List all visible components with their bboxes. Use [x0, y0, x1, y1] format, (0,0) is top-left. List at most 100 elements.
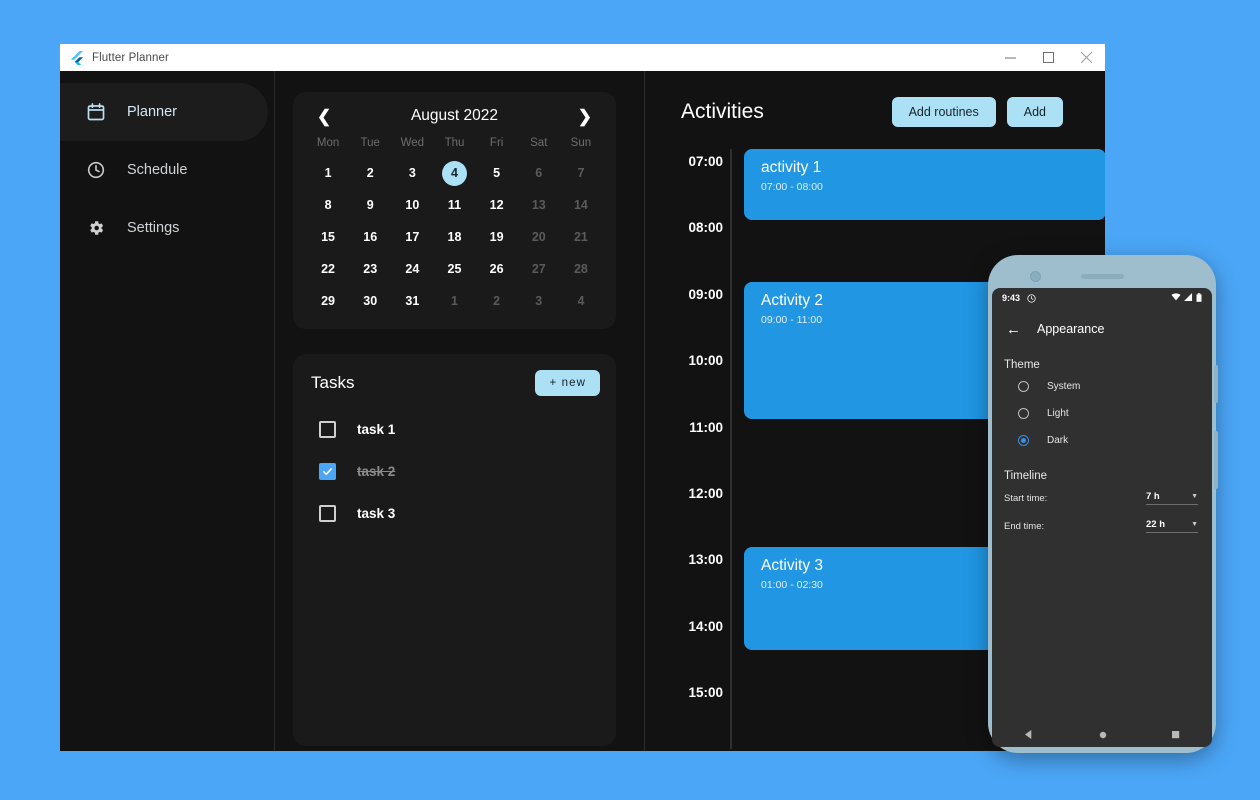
- phone-volume-button[interactable]: [1214, 365, 1218, 403]
- timeline-time-label: 09:00: [688, 287, 723, 302]
- gear-icon: [86, 218, 106, 238]
- calendar-day[interactable]: 22: [307, 256, 349, 283]
- calendar-day[interactable]: 27: [518, 256, 560, 283]
- calendar-day[interactable]: 1: [307, 160, 349, 187]
- calendar-day[interactable]: 6: [518, 160, 560, 187]
- sidebar-item-settings[interactable]: Settings: [60, 199, 274, 257]
- sidebar-item-schedule[interactable]: Schedule: [60, 141, 274, 199]
- arrow-back-icon[interactable]: ←: [1006, 322, 1021, 337]
- add-button[interactable]: Add: [1006, 97, 1063, 127]
- start-time-value: 7 h: [1146, 491, 1160, 502]
- radio-icon-selected[interactable]: [1018, 435, 1029, 446]
- task-row[interactable]: task 3: [311, 505, 600, 522]
- calendar-day[interactable]: 31: [391, 288, 433, 315]
- task-checkbox-checked[interactable]: [319, 463, 336, 480]
- maximize-icon[interactable]: [1029, 44, 1067, 71]
- task-label: task 2: [357, 464, 396, 479]
- phone-power-button[interactable]: [1214, 431, 1218, 489]
- weekday-label: Wed: [400, 137, 425, 149]
- calendar-day[interactable]: 20: [518, 224, 560, 251]
- back-triangle-icon[interactable]: [1024, 726, 1034, 744]
- alarm-icon: [1027, 293, 1036, 303]
- phone-appbar: ← Appearance: [992, 308, 1212, 350]
- timeline-time-label: 10:00: [688, 353, 723, 368]
- status-indicators: [1171, 292, 1202, 304]
- calendar-day[interactable]: 1: [433, 288, 475, 315]
- calendar-day[interactable]: 24: [391, 256, 433, 283]
- close-icon[interactable]: [1067, 44, 1105, 71]
- timeline-time-label: 12:00: [688, 486, 723, 501]
- start-time-dropdown[interactable]: 7 h ▼: [1146, 491, 1198, 505]
- theme-option-system[interactable]: System: [992, 373, 1212, 400]
- sidebar-item-label: Settings: [127, 220, 180, 236]
- task-checkbox[interactable]: [319, 505, 336, 522]
- phone-screen: 9:43 ← Appearance Theme System Light Dar…: [992, 288, 1212, 723]
- calendar-day[interactable]: 29: [307, 288, 349, 315]
- task-checkbox[interactable]: [319, 421, 336, 438]
- calendar-day[interactable]: 26: [476, 256, 518, 283]
- calendar-day[interactable]: 11: [433, 192, 475, 219]
- calendar-day[interactable]: 2: [476, 288, 518, 315]
- task-row[interactable]: task 1: [311, 421, 600, 438]
- home-circle-icon[interactable]: [1099, 726, 1107, 744]
- end-time-row[interactable]: End time: 22 h ▼: [992, 512, 1212, 540]
- calendar-day[interactable]: 2: [349, 160, 391, 187]
- calendar-day[interactable]: 12: [476, 192, 518, 219]
- calendar-day[interactable]: 5: [476, 160, 518, 187]
- wifi-icon: [1171, 293, 1181, 303]
- timeline-rule: [730, 149, 732, 749]
- radio-icon[interactable]: [1018, 381, 1029, 392]
- calendar-day[interactable]: 3: [391, 160, 433, 187]
- calendar-day[interactable]: 21: [560, 224, 602, 251]
- activity-block[interactable]: activity 1 07:00 - 08:00: [744, 149, 1105, 220]
- weekday-label: Thu: [444, 137, 465, 149]
- new-task-button[interactable]: + new: [535, 370, 600, 396]
- calendar-day[interactable]: 30: [349, 288, 391, 315]
- calendar-day[interactable]: 10: [391, 192, 433, 219]
- phone-mockup: 9:43 ← Appearance Theme System Light Dar…: [988, 255, 1218, 753]
- calendar-day[interactable]: 15: [307, 224, 349, 251]
- theme-option-light[interactable]: Light: [992, 400, 1212, 427]
- task-row[interactable]: task 2: [311, 463, 600, 480]
- battery-icon: [1196, 292, 1202, 304]
- weekday-label: Fri: [489, 137, 504, 149]
- minimize-icon[interactable]: [991, 44, 1029, 71]
- calendar-day[interactable]: 28: [560, 256, 602, 283]
- app-window: Flutter Planner Planner Schedule Setting…: [60, 44, 1105, 751]
- calendar-day[interactable]: 17: [391, 224, 433, 251]
- calendar-day[interactable]: 23: [349, 256, 391, 283]
- calendar-day[interactable]: 9: [349, 192, 391, 219]
- tasks-card: Tasks + new task 1 task 2 task 3: [293, 354, 616, 746]
- timeline-section-title: Timeline: [1004, 470, 1048, 482]
- weekday-label: Sat: [530, 137, 548, 149]
- theme-option-label: System: [1047, 381, 1081, 392]
- tasks-header: Tasks + new: [311, 370, 600, 396]
- chevron-right-icon[interactable]: ❯: [575, 108, 595, 125]
- calendar-day[interactable]: 4: [560, 288, 602, 315]
- calendar-day-selected[interactable]: 4: [433, 160, 475, 187]
- chevron-down-icon[interactable]: ▼: [1191, 493, 1198, 500]
- start-time-row[interactable]: Start time: 7 h ▼: [992, 484, 1212, 512]
- recents-square-icon[interactable]: [1171, 726, 1180, 744]
- sidebar: Planner Schedule Settings: [60, 71, 275, 751]
- flutter-logo-icon: [70, 50, 83, 65]
- sidebar-item-planner[interactable]: Planner: [60, 83, 268, 141]
- calendar-day[interactable]: 14: [560, 192, 602, 219]
- timeline-time-label: 08:00: [688, 220, 723, 235]
- calendar-day[interactable]: 16: [349, 224, 391, 251]
- add-routines-button[interactable]: Add routines: [891, 97, 996, 127]
- calendar-day[interactable]: 25: [433, 256, 475, 283]
- calendar-day[interactable]: 3: [518, 288, 560, 315]
- theme-option-dark[interactable]: Dark: [992, 427, 1212, 454]
- calendar-day[interactable]: 19: [476, 224, 518, 251]
- radio-icon[interactable]: [1018, 408, 1029, 419]
- calendar-day[interactable]: 13: [518, 192, 560, 219]
- end-time-dropdown[interactable]: 22 h ▼: [1146, 519, 1198, 533]
- calendar-day[interactable]: 8: [307, 192, 349, 219]
- chevron-left-icon[interactable]: ❮: [314, 108, 334, 125]
- chevron-down-icon[interactable]: ▼: [1191, 521, 1198, 528]
- calendar-day[interactable]: 7: [560, 160, 602, 187]
- calendar-day[interactable]: 18: [433, 224, 475, 251]
- window-body: Planner Schedule Settings ❮ August 2022 …: [60, 71, 1105, 751]
- tasks-title: Tasks: [311, 373, 355, 392]
